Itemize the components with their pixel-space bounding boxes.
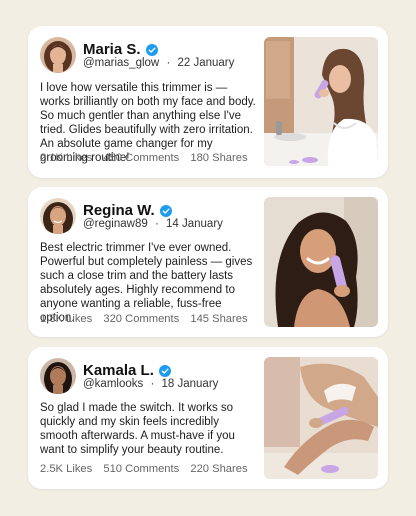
handle-date: @reginaw89 · 14 January [83,218,223,230]
avatar[interactable] [40,198,76,234]
shares-count[interactable]: 180 Shares [190,152,247,164]
author-handle[interactable]: @reginaw89 [83,218,148,230]
shares-count[interactable]: 220 Shares [190,463,247,475]
post-photo [264,197,378,327]
comments-count[interactable]: 510 Comments [103,463,179,475]
comments-count[interactable]: 320 Comments [103,313,179,325]
post-photo [264,357,378,479]
likes-count[interactable]: 2.1K Likes [40,152,92,164]
author-handle[interactable]: @kamlooks [83,378,143,390]
handle-date: @marias_glow · 22 January [83,57,234,69]
testimonial-feed: Maria S. @marias_glow · 22 January I lov… [0,0,416,516]
post-date: 22 January [177,57,235,69]
likes-count[interactable]: 2.5K Likes [40,463,92,475]
verified-badge-icon [158,364,171,377]
shares-count[interactable]: 145 Shares [190,313,247,325]
post-card-maria: Maria S. @marias_glow · 22 January I lov… [28,26,388,178]
comments-count[interactable]: 450 Comments [103,152,179,164]
post-stats: 1.8K Likes 320 Comments 145 Shares [40,313,256,325]
verified-badge-icon [159,204,172,217]
author-name[interactable]: Kamala L. [83,362,154,379]
separator: · [150,378,155,390]
separator: · [154,218,159,230]
author-handle[interactable]: @marias_glow [83,57,159,69]
post-text: So glad I made the switch. It works so q… [40,402,235,456]
avatar[interactable] [40,37,76,73]
separator: · [166,57,171,69]
likes-count[interactable]: 1.8K Likes [40,313,92,325]
author-name[interactable]: Regina W. [83,202,155,219]
avatar[interactable] [40,358,76,394]
post-card-kamala: Kamala L. @kamlooks · 18 January So glad… [28,347,388,489]
post-date: 14 January [166,218,223,230]
verified-badge-icon [145,43,158,56]
post-stats: 2.5K Likes 510 Comments 220 Shares [40,463,256,475]
post-stats: 2.1K Likes 450 Comments 180 Shares [40,152,256,164]
post-date: 18 January [161,378,219,390]
post-card-regina: Regina W. @reginaw89 · 14 January Best e… [28,187,388,337]
post-photo [264,37,378,166]
author-name[interactable]: Maria S. [83,41,141,58]
handle-date: @kamlooks · 18 January [83,378,218,390]
